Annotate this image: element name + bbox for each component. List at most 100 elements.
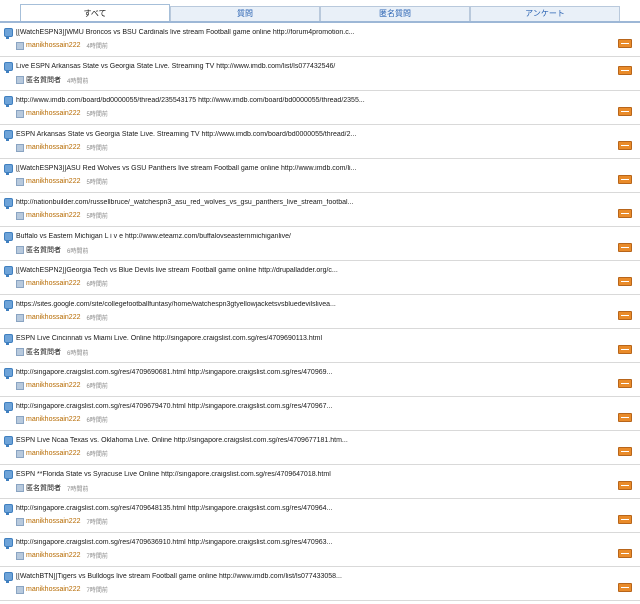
post-time: 6時間前 [86, 418, 108, 424]
post-time: 7時間前 [86, 588, 108, 594]
user-link[interactable]: manikhossain222 [26, 144, 80, 151]
question-row[interactable]: ESPN **Florida State vs Syracuse Live On… [0, 465, 640, 499]
post-time: 5時間前 [86, 112, 108, 118]
user-link[interactable]: manikhossain222 [26, 42, 80, 49]
question-title-link[interactable]: http://nationbuilder.com/russellbruce/_w… [16, 199, 596, 206]
question-icon [4, 368, 13, 379]
question-row[interactable]: http://www.imdb.com/board/bd0000055/thre… [0, 91, 640, 125]
question-meta: manikhossain222 6時間前 [16, 279, 108, 290]
question-row[interactable]: http://singapore.craigslist.com.sg/res/4… [0, 363, 640, 397]
user-link[interactable]: manikhossain222 [26, 586, 80, 593]
question-title-link[interactable]: [[WatchESPN2]]Georgia Tech vs Blue Devil… [16, 267, 596, 274]
post-time: 7時間前 [86, 520, 108, 526]
answer-button[interactable] [618, 515, 632, 524]
question-icon [4, 232, 13, 243]
question-icon [4, 504, 13, 515]
question-meta: manikhossain222 6時間前 [16, 449, 108, 460]
question-row[interactable]: http://nationbuilder.com/russellbruce/_w… [0, 193, 640, 227]
avatar-icon [16, 381, 24, 390]
user-link[interactable]: manikhossain222 [26, 178, 80, 185]
answer-button[interactable] [618, 345, 632, 354]
anonymous-user-label: 匿名質問者 [26, 485, 61, 492]
question-title-link[interactable]: ESPN **Florida State vs Syracuse Live On… [16, 471, 596, 478]
question-row[interactable]: http://singapore.craigslist.com.sg/res/4… [0, 397, 640, 431]
question-title-link[interactable]: http://singapore.craigslist.com.sg/res/4… [16, 539, 596, 546]
question-title-link[interactable]: Live ESPN Arkansas State vs Georgia Stat… [16, 63, 596, 70]
question-row[interactable]: [[WatchESPN2]]Georgia Tech vs Blue Devil… [0, 261, 640, 295]
answer-button[interactable] [618, 243, 632, 252]
question-row[interactable]: ESPN Arkansas State vs Georgia State Liv… [0, 125, 640, 159]
user-link[interactable]: manikhossain222 [26, 416, 80, 423]
avatar-icon [16, 484, 24, 492]
question-row[interactable]: Live ESPN Arkansas State vs Georgia Stat… [0, 57, 640, 91]
answer-button[interactable] [618, 413, 632, 422]
user-link[interactable]: manikhossain222 [26, 552, 80, 559]
question-row[interactable]: http://singapore.craigslist.com.sg/res/4… [0, 499, 640, 533]
question-icon [4, 572, 13, 583]
post-time: 7時間前 [67, 486, 89, 493]
question-title-link[interactable]: http://singapore.craigslist.com.sg/res/4… [16, 403, 596, 410]
answer-button[interactable] [618, 209, 632, 218]
answer-button[interactable] [618, 175, 632, 184]
question-meta: manikhossain222 6時間前 [16, 381, 108, 392]
question-title-link[interactable]: ESPN Arkansas State vs Georgia State Liv… [16, 131, 596, 138]
tab-all[interactable]: すべて [20, 4, 170, 22]
avatar-icon [16, 211, 24, 220]
answer-button[interactable] [618, 379, 632, 388]
question-title-link[interactable]: http://www.imdb.com/board/bd0000055/thre… [16, 97, 596, 104]
answer-button[interactable] [618, 107, 632, 116]
answer-button[interactable] [618, 39, 632, 48]
post-time: 5時間前 [86, 146, 108, 152]
answer-button[interactable] [618, 141, 632, 150]
user-link[interactable]: manikhossain222 [26, 450, 80, 457]
question-title-link[interactable]: ESPN Live Ncaa Texas vs. Oklahoma Live. … [16, 437, 596, 444]
answer-button[interactable] [618, 447, 632, 456]
question-meta: manikhossain222 5時間前 [16, 109, 108, 120]
answer-button[interactable] [618, 66, 632, 75]
question-row[interactable]: ESPN Live Cincinnati vs Miami Live. Onli… [0, 329, 640, 363]
avatar-icon [16, 517, 24, 526]
question-meta: manikhossain222 7時間前 [16, 551, 108, 562]
question-meta: manikhossain222 5時間前 [16, 177, 108, 188]
answer-button[interactable] [618, 277, 632, 286]
anonymous-user-label: 匿名質問者 [26, 77, 61, 84]
avatar-icon [16, 109, 24, 118]
question-icon [4, 334, 13, 345]
answer-button[interactable] [618, 549, 632, 558]
tab-anonymous-questions[interactable]: 匿名質問 [320, 6, 470, 21]
question-icon [4, 470, 13, 481]
question-icon [4, 538, 13, 549]
question-row[interactable]: [[WatchESPN3]]WMU Broncos vs BSU Cardina… [0, 23, 640, 57]
avatar-icon [16, 143, 24, 152]
question-row[interactable]: http://singapore.craigslist.com.sg/res/4… [0, 533, 640, 567]
question-meta: manikhossain222 4時間前 [16, 41, 108, 52]
question-meta: 匿名質問者 4時間前 [16, 75, 88, 86]
user-link[interactable]: manikhossain222 [26, 518, 80, 525]
question-title-link[interactable]: [[WatchESPN3]]WMU Broncos vs BSU Cardina… [16, 29, 596, 36]
question-row[interactable]: Buffalo vs Eastern Michigan L i v e http… [0, 227, 640, 261]
answer-button[interactable] [618, 311, 632, 320]
user-link[interactable]: manikhossain222 [26, 382, 80, 389]
post-time: 6時間前 [86, 316, 108, 322]
question-row[interactable]: https://sites.google.com/site/collegefoo… [0, 295, 640, 329]
answer-button[interactable] [618, 481, 632, 490]
user-link[interactable]: manikhossain222 [26, 314, 80, 321]
avatar-icon [16, 41, 24, 50]
question-title-link[interactable]: [[WatchESPN3]]ASU Red Wolves vs GSU Pant… [16, 165, 596, 172]
tab-survey[interactable]: アンケート [470, 6, 620, 21]
user-link[interactable]: manikhossain222 [26, 280, 80, 287]
question-title-link[interactable]: Buffalo vs Eastern Michigan L i v e http… [16, 233, 596, 240]
question-row[interactable]: [[WatchESPN3]]ASU Red Wolves vs GSU Pant… [0, 159, 640, 193]
question-title-link[interactable]: [[WatchBTN]]Tigers vs Bulldogs live stre… [16, 573, 596, 580]
question-list: [[WatchESPN3]]WMU Broncos vs BSU Cardina… [0, 23, 640, 601]
question-row[interactable]: [[WatchBTN]]Tigers vs Bulldogs live stre… [0, 567, 640, 601]
question-row[interactable]: ESPN Live Ncaa Texas vs. Oklahoma Live. … [0, 431, 640, 465]
question-title-link[interactable]: ESPN Live Cincinnati vs Miami Live. Onli… [16, 335, 596, 342]
tab-questions[interactable]: 質問 [170, 6, 320, 21]
question-title-link[interactable]: http://singapore.craigslist.com.sg/res/4… [16, 369, 596, 376]
user-link[interactable]: manikhossain222 [26, 110, 80, 117]
question-title-link[interactable]: https://sites.google.com/site/collegefoo… [16, 301, 596, 308]
answer-button[interactable] [618, 583, 632, 592]
user-link[interactable]: manikhossain222 [26, 212, 80, 219]
question-title-link[interactable]: http://singapore.craigslist.com.sg/res/4… [16, 505, 596, 512]
